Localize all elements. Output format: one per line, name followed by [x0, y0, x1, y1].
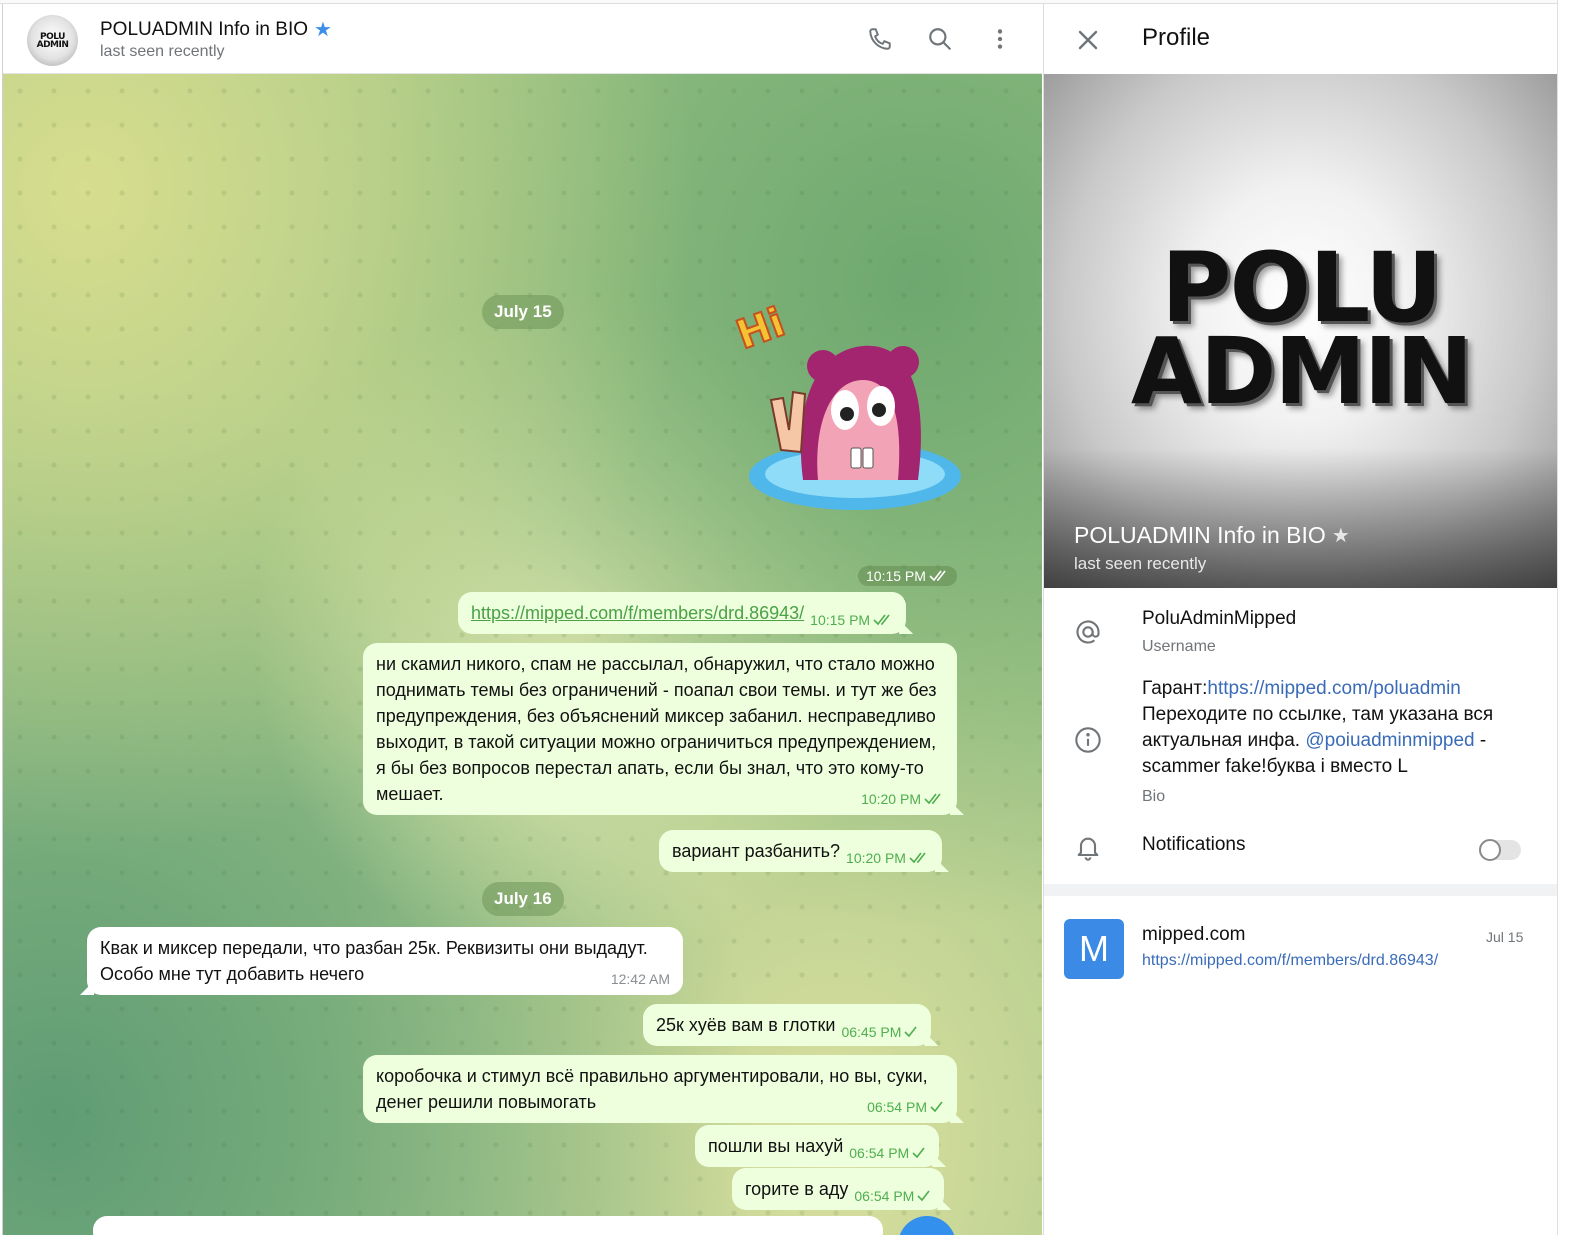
- sticker-time: 10:15 PM: [858, 566, 957, 586]
- message-bubble-out[interactable]: ни скамил никого, спам не рассылал, обна…: [363, 643, 957, 815]
- chat-avatar[interactable]: POLU ADMIN: [27, 15, 78, 66]
- username-label: Username: [1142, 638, 1216, 655]
- window-right-edge: [1557, 0, 1582, 1235]
- bio-mention-link[interactable]: @poiuadminmipped: [1305, 730, 1474, 751]
- message-link[interactable]: https://mipped.com/f/members/drd.86943/: [471, 600, 804, 626]
- avatar-text-bottom: ADMIN: [36, 39, 69, 50]
- message-time: 06:45 PM: [841, 1024, 902, 1040]
- bio-text: Гарант:https://mipped.com/poluadmin Пере…: [1142, 676, 1522, 780]
- date-separator: July 16: [482, 882, 564, 916]
- bio-prefix: Гарант:: [1142, 678, 1208, 699]
- message-meta: 10:15 PM: [810, 612, 893, 628]
- shared-link-date: Jul 15: [1486, 929, 1524, 945]
- verified-star-icon: ★: [314, 19, 332, 41]
- chat-title-text: POLUADMIN Info in BIO: [100, 18, 309, 40]
- message-time: 06:54 PM: [849, 1145, 910, 1161]
- message-meta: 06:54 PM: [867, 1099, 944, 1115]
- profile-panel: Profile POLU ADMIN POLUADMIN Info in BIO…: [1043, 4, 1558, 1235]
- double-check-icon: [909, 852, 926, 864]
- double-check-icon: [873, 614, 890, 626]
- username-row[interactable]: PoluAdminMipped Username: [1044, 604, 1558, 664]
- double-check-icon: [929, 570, 946, 582]
- more-vertical-icon: [997, 29, 1003, 49]
- message-meta: 06:45 PM: [841, 1024, 918, 1040]
- notifications-row[interactable]: Notifications: [1044, 830, 1558, 870]
- message-text: Квак и миксер передали, что разбан 25к. …: [100, 938, 648, 984]
- check-icon: [912, 1147, 925, 1159]
- check-icon: [930, 1101, 943, 1113]
- chat-status: last seen recently: [100, 43, 225, 60]
- message-bubble-out[interactable]: 25к хуёв вам в глотки 06:45 PM: [643, 1004, 932, 1046]
- section-divider: [1044, 884, 1558, 896]
- message-bubble-out[interactable]: https://mipped.com/f/members/drd.86943/ …: [458, 592, 907, 634]
- message-meta: 10:20 PM: [861, 791, 944, 807]
- phone-icon: [869, 28, 891, 50]
- check-icon: [904, 1026, 918, 1038]
- message-bubble-out[interactable]: вариант разбанить? 10:20 PM: [659, 830, 942, 872]
- message-time: 10:15 PM: [810, 612, 871, 628]
- message-time: 06:54 PM: [854, 1188, 915, 1204]
- profile-header: Profile: [1044, 4, 1558, 74]
- profile-name-text: POLUADMIN Info in BIO: [1074, 522, 1326, 548]
- chat-panel: POLU ADMIN POLUADMIN Info in BIO ★ last …: [2, 4, 1042, 1235]
- check-icon: [917, 1190, 930, 1202]
- more-button[interactable]: [983, 22, 1017, 56]
- bio-label: Bio: [1142, 788, 1166, 805]
- chat-title[interactable]: POLUADMIN Info in BIO ★: [100, 17, 332, 42]
- message-meta: 10:20 PM: [846, 850, 929, 866]
- bio-link[interactable]: https://mipped.com/poluadmin: [1207, 678, 1460, 699]
- verified-star-icon: ★: [1331, 525, 1350, 547]
- message-meta: 06:54 PM: [849, 1145, 926, 1161]
- date-separator: July 15: [482, 295, 564, 329]
- message-time: 06:54 PM: [867, 1099, 927, 1115]
- message-time: 10:15 PM: [866, 568, 926, 584]
- profile-status: last seen recently: [1074, 554, 1207, 573]
- link-thumbnail[interactable]: M: [1064, 919, 1124, 979]
- message-text: горите в аду: [745, 1179, 849, 1199]
- at-sign-icon: [1072, 616, 1104, 648]
- close-icon: [1078, 30, 1098, 50]
- message-meta: 06:54 PM: [854, 1188, 931, 1204]
- double-check-icon: [924, 793, 941, 805]
- bio-row[interactable]: Гарант:https://mipped.com/poluadmin Пере…: [1044, 676, 1558, 816]
- message-bubble-out[interactable]: пошли вы нахуй 06:54 PM: [695, 1125, 940, 1167]
- chat-header: POLU ADMIN POLUADMIN Info in BIO ★ last …: [3, 4, 1042, 74]
- search-icon: [929, 28, 951, 50]
- username-value: PoluAdminMipped: [1142, 608, 1297, 629]
- message-input[interactable]: [93, 1216, 883, 1235]
- message-time: 12:42 AM: [610, 971, 670, 987]
- message-time: 10:20 PM: [846, 850, 906, 866]
- close-button[interactable]: [1072, 24, 1104, 56]
- profile-photo[interactable]: POLU ADMIN POLUADMIN Info in BIO ★ last …: [1044, 74, 1558, 588]
- hi-sticker[interactable]: Hi: [723, 280, 963, 515]
- search-button[interactable]: [923, 22, 957, 56]
- sticker-hi-text: Hi: [731, 299, 791, 358]
- message-bubble-out[interactable]: горите в аду 06:54 PM: [732, 1168, 945, 1210]
- message-bubble-in[interactable]: Квак и миксер передали, что разбан 25к. …: [87, 927, 683, 995]
- message-text: пошли вы нахуй: [708, 1136, 844, 1156]
- message-text: 25к хуёв вам в глотки: [656, 1015, 836, 1035]
- notifications-label: Notifications: [1142, 834, 1246, 855]
- bell-icon: [1072, 832, 1104, 864]
- message-text: вариант разбанить?: [672, 841, 841, 861]
- profile-name: POLUADMIN Info in BIO ★: [1074, 522, 1350, 549]
- shared-link-title: mipped.com: [1142, 924, 1246, 945]
- message-time: 10:20 PM: [861, 791, 921, 807]
- message-meta: 12:42 AM: [611, 971, 670, 987]
- message-text: ни скамил никого, спам не рассылал, обна…: [376, 654, 937, 804]
- call-button[interactable]: [863, 22, 897, 56]
- logo-text-bottom: ADMIN: [1130, 318, 1473, 425]
- info-icon: [1072, 724, 1104, 756]
- notifications-toggle[interactable]: [1479, 839, 1521, 861]
- profile-title: Profile: [1142, 24, 1211, 51]
- message-text: коробочка и стимул всё правильно аргумен…: [376, 1066, 928, 1112]
- shared-link-url[interactable]: https://mipped.com/f/members/drd.86943/: [1142, 952, 1438, 970]
- message-bubble-out[interactable]: коробочка и стимул всё правильно аргумен…: [363, 1055, 957, 1123]
